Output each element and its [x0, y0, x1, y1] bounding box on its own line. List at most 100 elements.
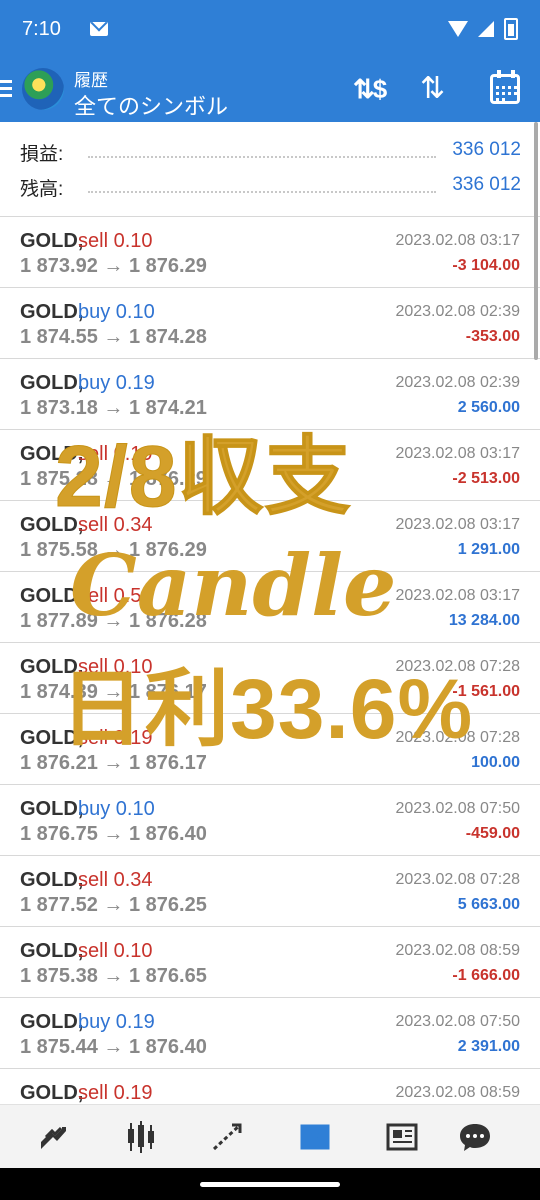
deal-symbol: GOLD, [20, 798, 84, 820]
app-bar: 履歴 全てのシンボル ⇅$ ⇅ [0, 60, 540, 122]
deal-prices: 1 875.38 → 1 876.65 [20, 965, 207, 987]
deal-symbol: GOLD, [20, 514, 84, 536]
deal-row[interactable]: GOLD, sell 0.53 1 877.89 → 1 876.28 2023.02… [0, 572, 540, 643]
deal-time: 2023.02.08 08:59 [395, 1084, 520, 1101]
deal-symbol: GOLD, [20, 585, 84, 607]
deal-profit: 1 291.00 [457, 541, 520, 558]
deal-symbol: GOLD, [20, 372, 84, 394]
deal-side: buy 0.10 [78, 301, 155, 323]
deal-prices: 1 873.18 → 1 874.21 [20, 397, 207, 419]
deal-symbol: GOLD, [20, 1082, 84, 1104]
deal-side: sell 0.53 [78, 585, 153, 607]
deal-side: sell 0.34 [78, 514, 153, 536]
dollar-exchange-icon[interactable]: ⇅$ [353, 74, 387, 104]
deal-row[interactable]: GOLD, sell 0.19 1 876.21 → 1 876.17 2023.02… [0, 714, 540, 785]
deal-prices: 1 873.92 → 1 876.29 [20, 255, 207, 277]
deal-side: sell 0.10 [78, 940, 153, 962]
deal-side: sell 0.10 [78, 230, 153, 252]
deal-symbol: GOLD, [20, 940, 84, 962]
deal-prices: 1 874.39 → 1 876.17 [20, 681, 207, 703]
deal-prices: 1 876.21 → 1 876.17 [20, 752, 207, 774]
deal-time: 2023.02.08 07:50 [395, 800, 520, 817]
balance-label: 残高: [20, 179, 64, 200]
deal-side: sell 0.34 [78, 869, 153, 891]
deal-symbol: GOLD, [20, 1011, 84, 1033]
candles-icon[interactable] [123, 1119, 159, 1155]
deal-side: buy 0.19 [78, 1011, 155, 1033]
deal-time: 2023.02.08 03:17 [395, 516, 520, 533]
deal-side: sell 0.19 [78, 1082, 153, 1104]
app-logo-icon [22, 68, 64, 110]
deal-row[interactable]: GOLD,sell 0.191 876.67 → 1 876.612023.02… [0, 1069, 540, 1104]
deal-side: sell 0.19 [78, 727, 153, 749]
signal-icon [478, 21, 494, 37]
deal-row[interactable]: GOLD, sell 0.10 1 874.39 → 1 876.17 2023.02… [0, 643, 540, 714]
wifi-icon [448, 21, 468, 37]
deal-profit: -459.00 [465, 825, 520, 842]
menu-icon[interactable] [0, 80, 12, 100]
deal-profit: -2 513.00 [452, 470, 520, 487]
deal-profit: -353.00 [465, 328, 520, 345]
breadcrumb: 履歴 [74, 71, 108, 90]
scrollbar[interactable] [534, 122, 538, 360]
deal-symbol: GOLD, [20, 301, 84, 323]
deal-row[interactable]: GOLD, buy 0.10 1 874.55 → 1 874.28 2023.02.… [0, 288, 540, 359]
summary-balance-row: 残高: 336 012 [0, 157, 540, 200]
deal-row[interactable]: GOLD, sell 0.34 1 877.52 → 1 876.25 2023.02… [0, 856, 540, 927]
chat-icon[interactable] [457, 1119, 493, 1155]
deal-symbol: GOLD, [20, 230, 84, 252]
deal-symbol: GOLD, [20, 869, 84, 891]
quotes-icon[interactable] [36, 1119, 72, 1155]
deal-time: 2023.02.08 07:28 [395, 729, 520, 746]
deal-time: 2023.02.08 03:17 [395, 445, 520, 462]
deal-profit: -1 561.00 [452, 683, 520, 700]
deal-symbol: GOLD, [20, 656, 84, 678]
deal-profit: 5 663.00 [457, 896, 520, 913]
deal-symbol: GOLD, [20, 443, 84, 465]
deal-side: sell 0.19 [78, 443, 153, 465]
deal-prices: 1 877.52 → 1 876.25 [20, 894, 207, 916]
deal-list: GOLD, sell 0.10 1 873.92 → 1 876.29 2023.02… [0, 217, 540, 1104]
deal-row[interactable]: GOLD, buy 0.19 1 875.44 → 1 876.40 2023.02.… [0, 998, 540, 1069]
sort-icon[interactable]: ⇅ [420, 74, 445, 104]
deal-side: sell 0.10 [78, 656, 153, 678]
deal-time: 2023.02.08 07:50 [395, 1013, 520, 1030]
history-content: 損益: 336 012 残高: 336 012 GOLD, sell 0.10 1 … [0, 122, 540, 1104]
deal-prices: 1 875.58 → 1 876.29 [20, 539, 207, 561]
battery-icon [504, 18, 518, 40]
deal-time: 2023.02.08 03:17 [395, 232, 520, 249]
deal-row[interactable]: GOLD, sell 0.10 1 875.38 → 1 876.65 2023.02… [0, 927, 540, 998]
deal-row[interactable]: GOLD, buy 0.10 1 876.75 → 1 876.40 2023.02.… [0, 785, 540, 856]
deal-row[interactable]: GOLD, sell 0.19 1 875.28 → 1 876.29 2023.02… [0, 430, 540, 501]
deal-prices: 1 876.75 → 1 876.40 [20, 823, 207, 845]
deal-prices: 1 874.55 → 1 874.28 [20, 326, 207, 348]
deal-time: 2023.02.08 02:39 [395, 374, 520, 391]
deal-time: 2023.02.08 02:39 [395, 303, 520, 320]
deal-row[interactable]: GOLD, sell 0.34 1 875.58 → 1 876.29 2023.02… [0, 501, 540, 572]
history-icon[interactable] [297, 1119, 333, 1155]
summary-panel: 損益: 336 012 残高: 336 012 [0, 122, 540, 217]
status-time: 7:10 [22, 18, 61, 40]
system-nav-bar [0, 1168, 540, 1200]
deal-side: buy 0.19 [78, 372, 155, 394]
summary-profit-row: 損益: 336 012 [0, 122, 540, 165]
deal-symbol: GOLD, [20, 727, 84, 749]
deal-time: 2023.02.08 03:17 [395, 587, 520, 604]
trade-icon[interactable] [210, 1119, 246, 1155]
home-gesture-bar[interactable] [200, 1182, 340, 1187]
deal-profit: 13 284.00 [448, 612, 520, 629]
deal-time: 2023.02.08 07:28 [395, 871, 520, 888]
news-icon[interactable] [384, 1119, 420, 1155]
deal-prices: 1 875.44 → 1 876.40 [20, 1036, 207, 1058]
page-title[interactable]: 全てのシンボル [74, 89, 228, 121]
balance-value: 336 012 [452, 174, 521, 195]
dot-leader [88, 191, 436, 193]
deal-profit: 2 391.00 [457, 1038, 520, 1055]
calendar-icon[interactable] [490, 70, 520, 104]
mail-icon [90, 22, 108, 36]
deal-row[interactable]: GOLD, sell 0.10 1 873.92 → 1 876.29 2023.02… [0, 217, 540, 288]
deal-profit: 2 560.00 [457, 399, 520, 416]
deal-time: 2023.02.08 07:28 [395, 658, 520, 675]
deal-row[interactable]: GOLD, buy 0.19 1 873.18 → 1 874.21 2023.02.… [0, 359, 540, 430]
deal-profit: -1 666.00 [452, 967, 520, 984]
